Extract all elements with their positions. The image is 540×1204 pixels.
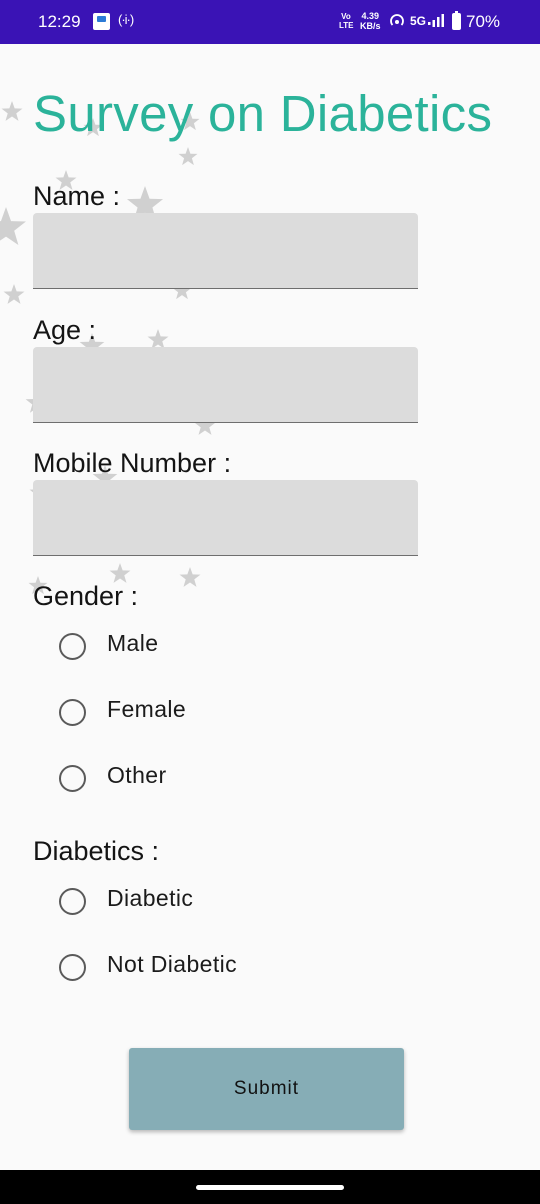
age-label: Age : xyxy=(33,315,97,345)
gender-label: Gender : xyxy=(33,581,139,611)
gender-option-female[interactable]: Female xyxy=(59,693,319,733)
battery-icon xyxy=(452,11,461,30)
status-time: 12:29 xyxy=(38,12,81,31)
network-speed-unit: KB/s xyxy=(360,21,381,31)
name-label: Name : xyxy=(33,181,121,211)
radio-circle-icon[interactable] xyxy=(59,633,86,660)
status-bar: 12:29 (·i·) Vo LTE 4.39 KB/s 5G 70% xyxy=(0,0,540,44)
diabetics-option-diabetic[interactable]: Diabetic xyxy=(59,882,319,922)
network-type: 5G xyxy=(410,14,427,28)
radio-label: Female xyxy=(107,696,187,722)
name-input[interactable] xyxy=(33,213,418,289)
submit-button[interactable]: Submit xyxy=(129,1048,404,1130)
home-gesture-handle[interactable] xyxy=(196,1185,344,1190)
radio-label: Male xyxy=(107,630,159,656)
navigation-bar xyxy=(0,1170,540,1204)
radio-circle-icon[interactable] xyxy=(59,699,86,726)
mobile-number-label: Mobile Number : xyxy=(33,448,232,478)
gender-option-male[interactable]: Male xyxy=(59,627,319,667)
network-speed: 4.39 KB/s xyxy=(360,11,381,31)
radio-circle-icon[interactable] xyxy=(59,954,86,981)
radio-label: Diabetic xyxy=(107,885,194,911)
mobile-number-input[interactable] xyxy=(33,480,418,556)
radio-circle-icon[interactable] xyxy=(59,888,86,915)
hotspot-icon: (·i·) xyxy=(118,12,134,27)
app-notification-icon xyxy=(93,13,110,30)
age-input[interactable] xyxy=(33,347,418,423)
page-title: Survey on Diabetics xyxy=(33,85,493,142)
diabetics-label: Diabetics : xyxy=(33,836,160,866)
network-speed-value: 4.39 xyxy=(361,11,380,21)
signal-strength-icon xyxy=(428,14,444,27)
diabetics-option-not-diabetic[interactable]: Not Diabetic xyxy=(59,948,319,988)
volte-icon: Vo LTE xyxy=(339,12,354,30)
radio-circle-icon[interactable] xyxy=(59,765,86,792)
radio-label: Not Diabetic xyxy=(107,951,238,977)
gender-option-other[interactable]: Other xyxy=(59,759,319,799)
battery-percentage: 70% xyxy=(466,12,501,31)
wifi-calling-icon xyxy=(390,14,404,26)
radio-label: Other xyxy=(107,762,167,788)
